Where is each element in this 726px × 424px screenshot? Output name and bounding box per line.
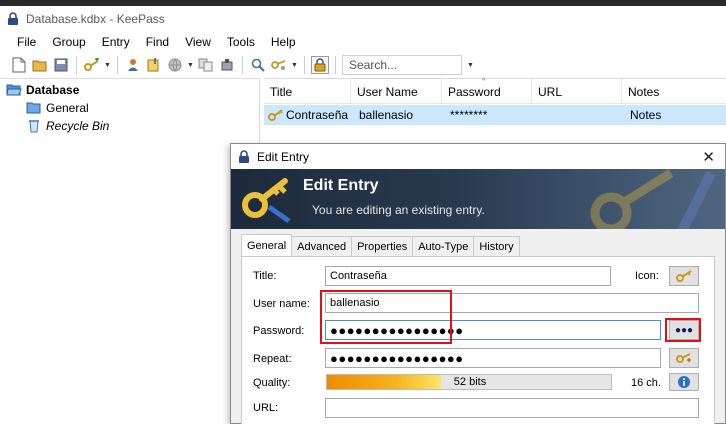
- menu-view[interactable]: View: [177, 35, 219, 49]
- table-row[interactable]: Contraseña ballenasio ******** Notes: [264, 105, 726, 125]
- banner-watermark-icon: [590, 169, 716, 229]
- quality-info-button[interactable]: [669, 373, 699, 391]
- menu-help[interactable]: Help: [263, 35, 304, 49]
- show-entries-dropdown-icon[interactable]: ▼: [291, 62, 298, 69]
- lock-workspace-icon[interactable]: [311, 56, 329, 74]
- column-header-url[interactable]: URL: [532, 79, 622, 104]
- copy-password-icon[interactable]: [145, 56, 163, 74]
- toolbar-separator: [117, 56, 118, 74]
- group-tree: Database General Recycle Bin: [0, 78, 260, 424]
- edit-entry-dialog: Edit Entry ✕ Edit Entry You are editing …: [230, 143, 726, 424]
- search-dropdown-icon[interactable]: ▼: [467, 55, 477, 75]
- tab-properties[interactable]: Properties: [351, 236, 414, 256]
- column-header-password-label: Password: [448, 84, 501, 99]
- password-quality-text: 52 bits: [453, 376, 487, 388]
- tab-history[interactable]: History: [473, 236, 520, 256]
- cell-username: ballenasio: [359, 108, 414, 122]
- folder-open-icon: [6, 84, 22, 96]
- highlight-toggle-button-box: [665, 318, 701, 342]
- sync-icon[interactable]: [218, 56, 236, 74]
- toolbar: ▼ ▼ ▼ Search... ▼: [0, 52, 726, 78]
- menu-entry[interactable]: Entry: [94, 35, 138, 49]
- add-entry-icon[interactable]: [83, 56, 101, 74]
- keepass-lock-icon: [8, 12, 18, 25]
- cell-url: [536, 105, 622, 125]
- title-label: Title:: [253, 270, 277, 282]
- dialog-title: Edit Entry: [257, 149, 310, 164]
- toolbar-separator: [76, 56, 77, 74]
- password-generator-icon: [676, 353, 691, 363]
- highlight-credentials-box: [320, 290, 452, 344]
- entry-list-header: Title User Name ^ Password URL Notes: [264, 78, 726, 104]
- menubar: File Group Entry Find View Tools Help: [0, 32, 726, 52]
- icon-picker-button[interactable]: [669, 266, 699, 286]
- column-header-username[interactable]: User Name: [351, 79, 442, 104]
- menu-group[interactable]: Group: [44, 35, 93, 49]
- banner-key-icon: [242, 178, 291, 224]
- key-icon: [676, 270, 692, 282]
- url-label: URL:: [253, 402, 279, 414]
- menu-tools[interactable]: Tools: [219, 35, 263, 49]
- toolbar-separator: [242, 56, 243, 74]
- quick-search-input[interactable]: Search...: [342, 55, 462, 75]
- copy-username-icon[interactable]: [124, 56, 142, 74]
- tree-item-general[interactable]: General: [26, 99, 89, 117]
- new-database-icon[interactable]: [10, 56, 28, 74]
- close-icon[interactable]: ✕: [702, 148, 715, 166]
- recycle-bin-icon: [29, 120, 39, 133]
- dialog-banner: Edit Entry You are editing an existing e…: [231, 169, 725, 229]
- title-field[interactable]: Contraseña: [325, 266, 611, 286]
- window-titlebar: Database.kdbx - KeePass: [0, 6, 726, 32]
- open-url-dropdown-icon[interactable]: ▼: [187, 62, 194, 69]
- sort-indicator-icon: ^: [482, 78, 486, 85]
- cell-title-text: Contraseña: [286, 108, 349, 122]
- keepass-lock-icon: [239, 149, 249, 163]
- open-url-icon[interactable]: [166, 56, 184, 74]
- cell-title: Contraseña: [264, 105, 351, 125]
- banner-title: Edit Entry: [303, 177, 379, 194]
- repeat-password-field[interactable]: ●●●●●●●●●●●●●●●●: [325, 348, 661, 368]
- password-quality-bar: 52 bits: [326, 374, 612, 390]
- tree-item-database[interactable]: Database: [6, 81, 79, 99]
- toolbar-separator: [304, 56, 305, 74]
- url-field[interactable]: [325, 398, 699, 418]
- quality-label: Quality:: [253, 377, 291, 389]
- copy-entry-icon[interactable]: [197, 56, 215, 74]
- menu-file[interactable]: File: [9, 35, 44, 49]
- tree-item-database-label: Database: [26, 83, 80, 97]
- window-title: Database.kdbx - KeePass: [26, 12, 165, 26]
- show-entries-icon[interactable]: [270, 56, 288, 74]
- cell-notes: Notes: [630, 108, 662, 122]
- save-icon[interactable]: [52, 56, 70, 74]
- menu-find[interactable]: Find: [138, 35, 177, 49]
- tree-item-general-label: General: [46, 101, 89, 115]
- open-database-icon[interactable]: [31, 56, 49, 74]
- info-icon: [678, 376, 690, 388]
- folder-icon: [26, 102, 41, 114]
- banner-subtitle: You are editing an existing entry.: [312, 203, 485, 217]
- dialog-tabs: General Advanced Properties Auto-Type Hi…: [241, 234, 520, 256]
- dialog-titlebar: Edit Entry ✕: [231, 144, 725, 169]
- repeat-label: Repeat:: [253, 353, 292, 365]
- key-icon: [268, 109, 283, 121]
- password-label: Password:: [253, 325, 305, 337]
- add-entry-dropdown-icon[interactable]: ▼: [104, 62, 111, 69]
- tree-item-recycle-bin-label: Recycle Bin: [46, 119, 110, 133]
- cell-password: ********: [450, 108, 488, 122]
- tree-item-recycle-bin[interactable]: Recycle Bin: [26, 117, 109, 135]
- icon-label: Icon:: [635, 270, 659, 282]
- find-icon[interactable]: [249, 56, 267, 74]
- generate-password-button[interactable]: [669, 348, 699, 368]
- toolbar-separator: [335, 56, 336, 74]
- tab-advanced[interactable]: Advanced: [291, 236, 353, 256]
- column-header-password[interactable]: ^ Password: [442, 78, 532, 104]
- password-length-text: 16 ch.: [631, 377, 661, 389]
- column-header-title[interactable]: Title: [264, 79, 351, 104]
- tab-general[interactable]: General: [241, 234, 293, 256]
- tab-auto-type[interactable]: Auto-Type: [412, 236, 475, 256]
- username-label: User name:: [253, 298, 310, 310]
- column-header-notes[interactable]: Notes: [622, 79, 726, 104]
